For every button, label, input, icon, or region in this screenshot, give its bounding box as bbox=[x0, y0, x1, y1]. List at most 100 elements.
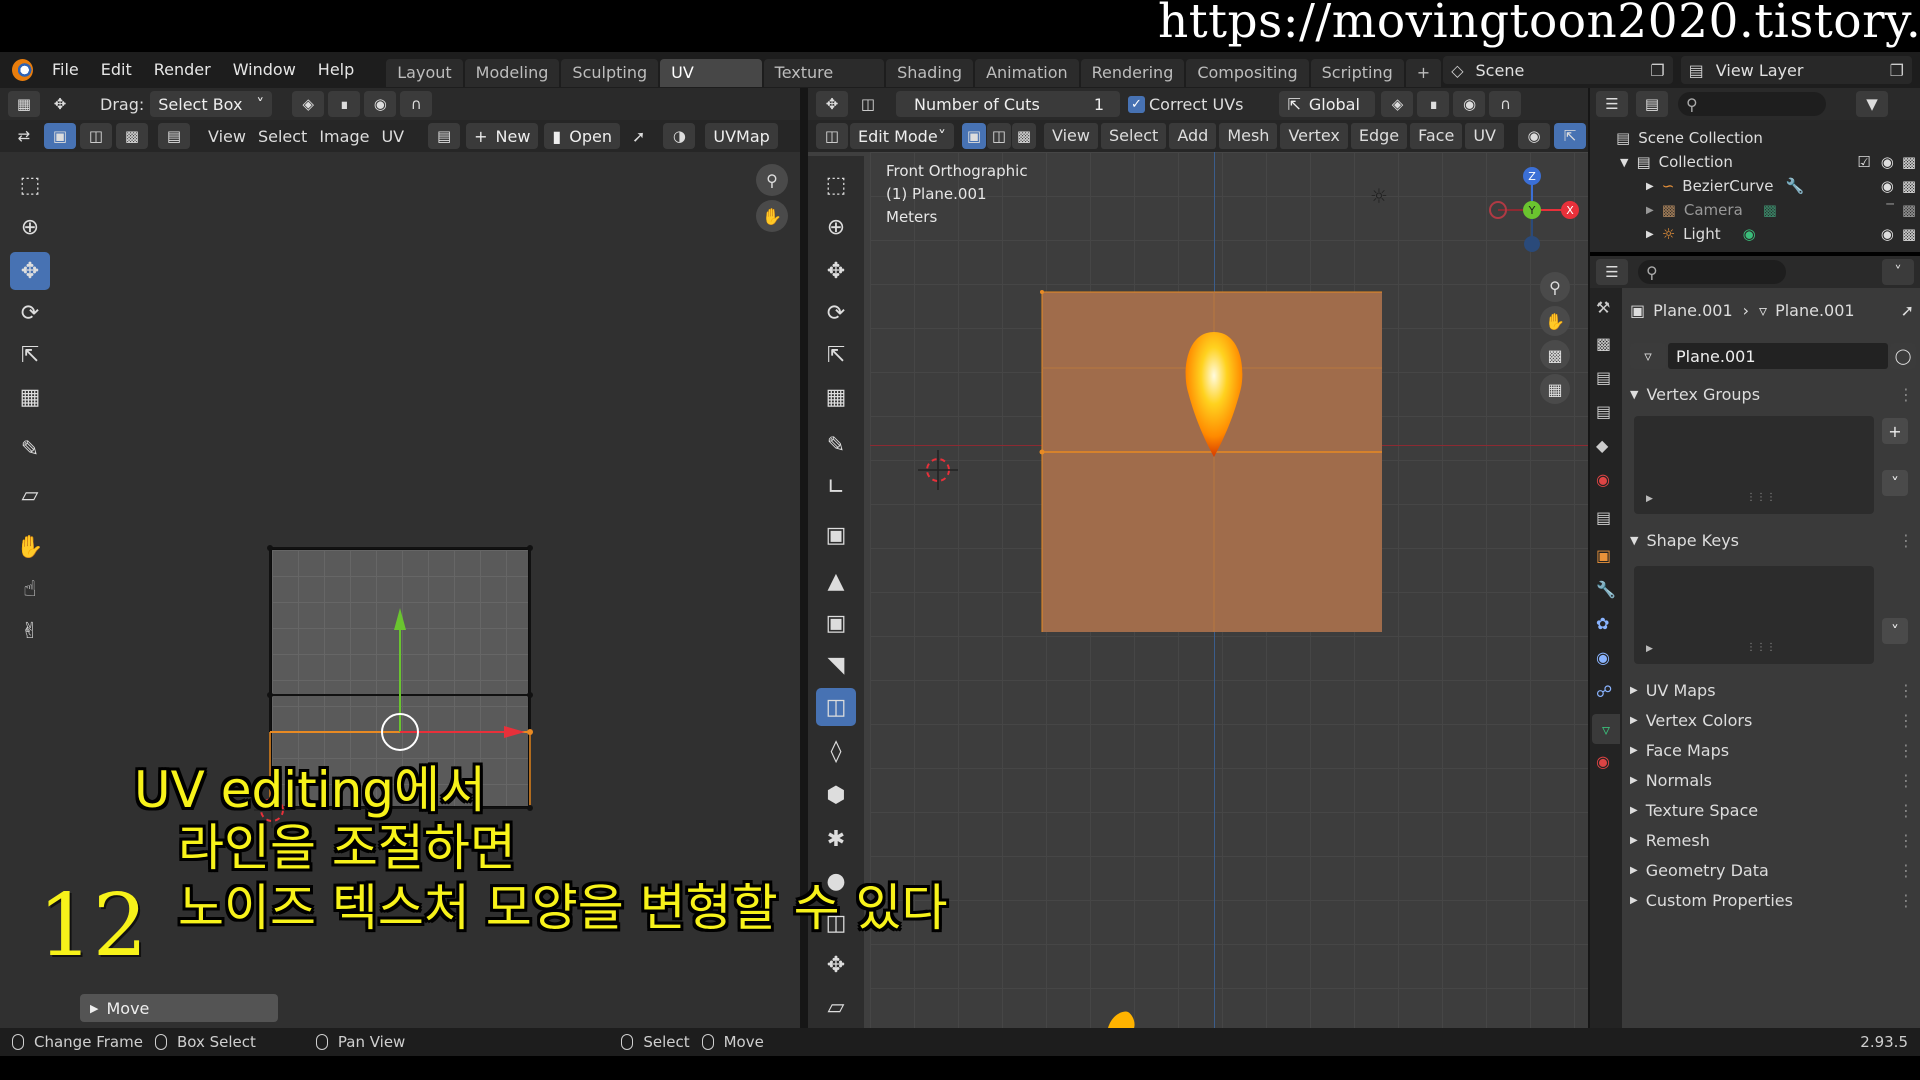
copy-icon[interactable]: ❐ bbox=[1650, 61, 1664, 80]
knife-tool-icon[interactable]: ◊ bbox=[816, 732, 856, 770]
camera-view-icon[interactable]: ▩ bbox=[1540, 340, 1570, 370]
open-image-button[interactable]: ▮ Open bbox=[544, 123, 620, 149]
section-texture-space[interactable]: ▶ Texture Space ⋮ bbox=[1630, 796, 1914, 824]
bevel-tool-icon[interactable]: ◥ bbox=[816, 646, 856, 684]
neg-z-axis-button[interactable] bbox=[1524, 236, 1540, 252]
display-mode-icon[interactable]: ▤ bbox=[1636, 91, 1668, 117]
tool-tab-icon[interactable]: ⚒ bbox=[1596, 298, 1610, 317]
vertex-select-icon[interactable]: ▣ bbox=[962, 123, 986, 149]
menu-edit[interactable]: Edit bbox=[90, 52, 143, 88]
eye-icon[interactable]: ◉ bbox=[1881, 225, 1894, 243]
section-remesh[interactable]: ▶ Remesh ⋮ bbox=[1630, 826, 1914, 854]
drag-handle-icon[interactable]: ⋮ bbox=[1898, 861, 1914, 880]
x-arrow-icon[interactable] bbox=[504, 726, 525, 738]
resize-handle-icon[interactable]: ⋮⋮⋮ bbox=[1746, 492, 1776, 503]
spin-tool-icon[interactable]: ✱ bbox=[816, 820, 856, 858]
poly-build-tool-icon[interactable]: ⬢ bbox=[816, 776, 856, 814]
menu-view[interactable]: View bbox=[1044, 123, 1098, 149]
scale-tool-icon[interactable]: ⇱ bbox=[10, 336, 50, 374]
edge-select-icon[interactable]: ◫ bbox=[80, 123, 112, 149]
tab-rendering[interactable]: Rendering bbox=[1080, 59, 1185, 87]
add-workspace-button[interactable]: + bbox=[1405, 59, 1442, 87]
relax-tool-icon[interactable]: ☝ bbox=[10, 570, 50, 608]
face-select-icon[interactable]: ▩ bbox=[1012, 123, 1036, 149]
mesh-browse-icon[interactable]: ▿ bbox=[1630, 343, 1666, 369]
image-browse-icon[interactable]: ▤ bbox=[428, 123, 461, 149]
properties-editor[interactable]: ☰ ⚲ ˅ ⚒ ▩ ▤ ▤ ◆ ◉ ▤ ▣ 🔧 ✿ ◉ ☍ ▿ ◉ ▣ Plan… bbox=[1590, 256, 1920, 1028]
gizmo-toggle-icon[interactable]: ⇱ bbox=[1553, 123, 1586, 149]
menu-add[interactable]: Add bbox=[1169, 123, 1217, 149]
measure-tool-icon[interactable]: ∟ bbox=[816, 468, 856, 506]
editor-type-icon[interactable]: ✥ bbox=[816, 91, 848, 117]
tab-uv-editing[interactable]: UV Editing bbox=[660, 59, 762, 110]
annotate-tool-icon[interactable]: ✎ bbox=[10, 430, 50, 468]
drag-handle-icon[interactable]: ⋮ bbox=[1898, 531, 1914, 550]
tab-layout[interactable]: Layout bbox=[386, 59, 463, 87]
drag-handle-icon[interactable]: ⋮ bbox=[1898, 681, 1914, 700]
add-vertex-group-button[interactable]: + bbox=[1882, 418, 1908, 444]
shrink-fatten-tool-icon[interactable]: ✥ bbox=[816, 946, 856, 984]
fake-user-shield-icon[interactable]: ◯ bbox=[1890, 343, 1916, 369]
output-tab-icon[interactable]: ▤ bbox=[1596, 368, 1611, 387]
expand-arrow-icon[interactable]: ▶ bbox=[1646, 494, 1653, 504]
view-layer-tab-icon[interactable]: ▤ bbox=[1596, 402, 1611, 421]
expand-arrow-icon[interactable]: ▶ bbox=[1646, 644, 1653, 654]
eye-icon[interactable]: ◉ bbox=[1881, 153, 1894, 171]
zoom-icon[interactable]: ⚲ bbox=[1540, 272, 1570, 302]
snap-icon[interactable]: ∎ bbox=[328, 91, 361, 117]
constraints-tab-icon[interactable]: ☍ bbox=[1596, 682, 1612, 701]
checkbox-checked-icon[interactable]: ☑ bbox=[1857, 153, 1870, 171]
menu-vertex[interactable]: Vertex bbox=[1280, 123, 1348, 149]
menu-uv[interactable]: UV bbox=[1465, 123, 1504, 149]
section-custom-properties[interactable]: ▶ Custom Properties ⋮ bbox=[1630, 886, 1914, 914]
tab-shading[interactable]: Shading bbox=[886, 59, 974, 87]
rip-tool-icon[interactable]: ▱ bbox=[10, 476, 50, 514]
vertex-select-icon[interactable]: ▣ bbox=[44, 123, 76, 149]
move-tool-icon[interactable]: ✥ bbox=[44, 91, 76, 117]
loop-cut-tool-icon[interactable]: ◫ bbox=[816, 688, 856, 726]
drag-handle-icon[interactable]: ⋮ bbox=[1898, 831, 1914, 850]
scale-tool-icon[interactable]: ⇱ bbox=[816, 336, 856, 374]
menu-help[interactable]: Help bbox=[307, 52, 365, 88]
extrude-tool-icon[interactable]: ▲ bbox=[816, 562, 856, 600]
transform-orientation-select[interactable]: ⇱ Global bbox=[1279, 91, 1376, 117]
zoom-icon[interactable]: ⚲ bbox=[756, 164, 788, 196]
face-select-icon[interactable]: ▩ bbox=[116, 123, 148, 149]
pin-icon[interactable]: ➚ bbox=[632, 127, 645, 146]
drag-handle-icon[interactable]: ⋮ bbox=[1898, 711, 1914, 730]
rotate-tool-icon[interactable]: ⟳ bbox=[10, 294, 50, 332]
uv-display-icon[interactable]: ◑ bbox=[663, 123, 696, 149]
vertex-groups-header[interactable]: ▼ Vertex Groups ⋮ bbox=[1630, 380, 1914, 408]
menu-window[interactable]: Window bbox=[222, 52, 307, 88]
camera-render-icon[interactable]: ▩ bbox=[1902, 153, 1916, 171]
outliner[interactable]: ☰ ▤ ⚲ ▼ ▤ Scene Collection ▼ ▤ Collectio… bbox=[1590, 88, 1920, 252]
physics-tab-icon[interactable]: ◉ bbox=[1596, 648, 1610, 667]
object-tab-icon[interactable]: ▣ bbox=[1596, 546, 1611, 565]
navigation-gizmo[interactable]: Z X Y bbox=[1472, 162, 1582, 266]
chevron-down-icon[interactable]: ˅ bbox=[1882, 259, 1914, 285]
drag-select[interactable]: Select Box ˅ bbox=[150, 91, 273, 117]
edge-select-icon[interactable]: ◫ bbox=[987, 123, 1011, 149]
new-image-button[interactable]: + New bbox=[466, 123, 539, 149]
menu-render[interactable]: Render bbox=[143, 52, 222, 88]
annotate-tool-icon[interactable]: ✎ bbox=[816, 426, 856, 464]
drag-handle-icon[interactable]: ⋮ bbox=[1898, 801, 1914, 820]
properties-search-input[interactable]: ⚲ bbox=[1638, 260, 1786, 284]
mesh-data-tab-icon[interactable]: ▿ bbox=[1592, 714, 1620, 744]
vertex-groups-list[interactable]: ▶ ⋮⋮⋮ bbox=[1634, 416, 1874, 514]
pivot-icon[interactable]: ◈ bbox=[1381, 91, 1414, 117]
proportional-edit-icon[interactable]: ◉ bbox=[364, 91, 397, 117]
drag-handle-icon[interactable]: ⋮ bbox=[1898, 771, 1914, 790]
tab-compositing[interactable]: Compositing bbox=[1186, 59, 1309, 87]
cursor-tool-icon[interactable]: ⊕ bbox=[10, 208, 50, 246]
tab-sculpting[interactable]: Sculpting bbox=[561, 59, 659, 87]
last-operator-panel[interactable]: ▶ Move bbox=[80, 994, 278, 1022]
chevron-down-icon[interactable]: ˅ bbox=[1882, 618, 1908, 644]
resize-handle-icon[interactable]: ⋮⋮⋮ bbox=[1746, 642, 1776, 653]
pan-hand-icon[interactable]: ✋ bbox=[756, 200, 788, 232]
shape-keys-header[interactable]: ▼ Shape Keys ⋮ bbox=[1630, 526, 1914, 554]
falloff-icon[interactable]: ∩ bbox=[1489, 91, 1522, 117]
tab-texture-paint[interactable]: Texture Paint bbox=[763, 59, 885, 110]
sticky-select-icon[interactable]: ▤ bbox=[158, 123, 190, 149]
copy-icon[interactable]: ❐ bbox=[1890, 61, 1904, 80]
